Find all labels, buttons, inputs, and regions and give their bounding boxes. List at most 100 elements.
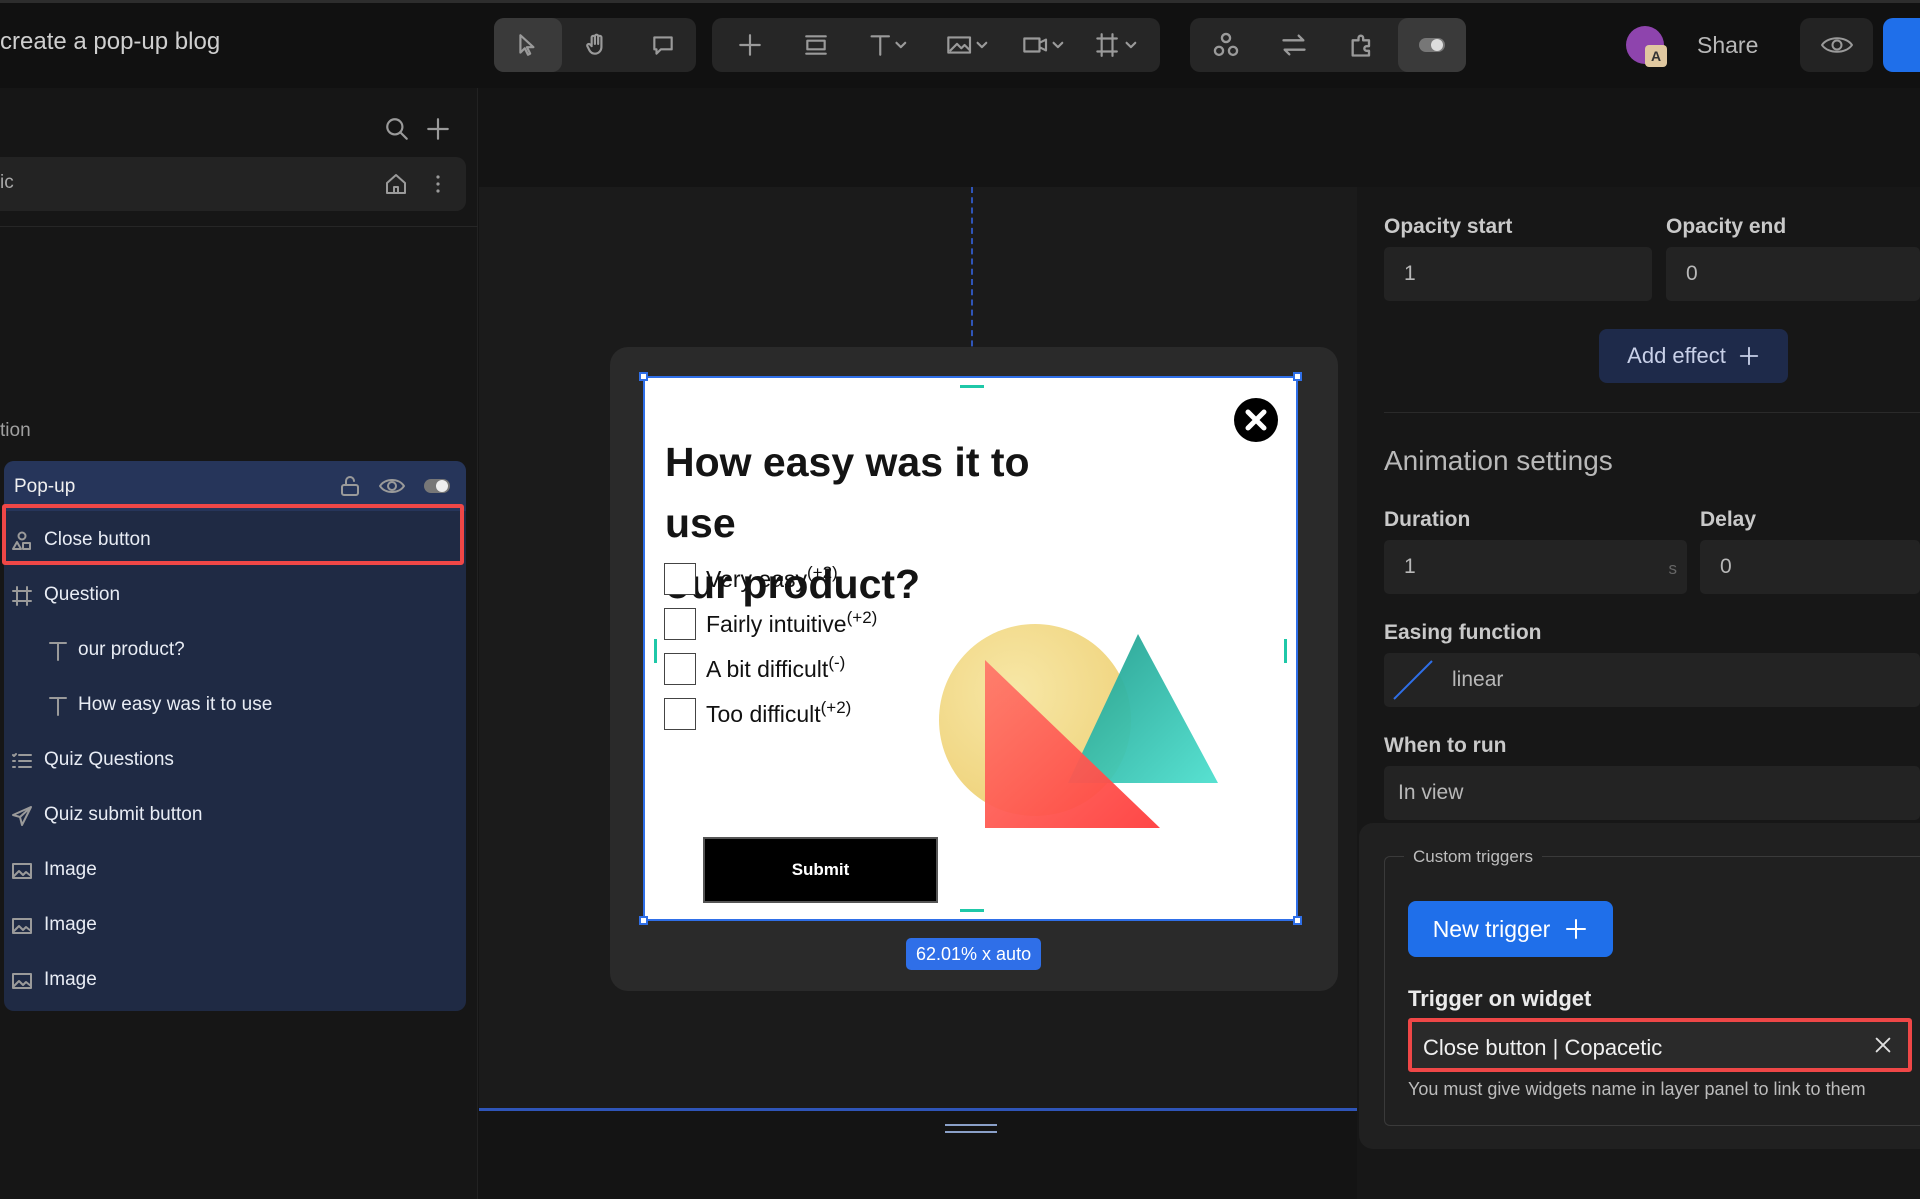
padding-handle-top[interactable] bbox=[960, 385, 984, 388]
document-title[interactable]: create a pop-up blog bbox=[0, 28, 220, 56]
components-icon bbox=[1213, 32, 1239, 57]
layer-row[interactable]: our product? bbox=[4, 623, 466, 678]
duration-input[interactable]: 1 s bbox=[1384, 540, 1687, 594]
option-text: Very easy bbox=[706, 565, 807, 592]
option-text: Too difficult bbox=[706, 700, 821, 727]
add-page-icon[interactable] bbox=[425, 116, 451, 142]
preview-button[interactable] bbox=[1800, 18, 1873, 72]
easing-select[interactable]: linear bbox=[1384, 653, 1920, 707]
submit-button[interactable]: Submit bbox=[703, 837, 938, 903]
animation-settings-title: Animation settings bbox=[1384, 445, 1613, 476]
search-icon[interactable] bbox=[384, 116, 410, 142]
image-tool-button[interactable] bbox=[934, 18, 1006, 72]
new-trigger-button[interactable]: New trigger bbox=[1408, 901, 1613, 957]
option-score: (+2) bbox=[807, 563, 838, 582]
image-icon bbox=[12, 863, 32, 879]
share-button[interactable]: Share bbox=[1697, 32, 1758, 59]
layer-row[interactable]: Image bbox=[4, 843, 466, 898]
popup-widget[interactable]: How easy was it to use our product? Very… bbox=[639, 372, 1302, 925]
tool-group-insert bbox=[712, 18, 1160, 72]
toggle-icon bbox=[1419, 38, 1445, 52]
option-checkbox[interactable] bbox=[664, 653, 696, 685]
option-score: (+2) bbox=[846, 608, 878, 627]
resize-handle-tl[interactable] bbox=[639, 372, 648, 381]
plugin-button[interactable] bbox=[1330, 18, 1394, 72]
layer-label: Quiz submit button bbox=[44, 804, 203, 825]
trigger-widget-value: Close button | Copacetic bbox=[1423, 1035, 1663, 1060]
visibility-icon[interactable] bbox=[378, 474, 406, 498]
layer-label: Image bbox=[44, 969, 97, 990]
padding-handle-left[interactable] bbox=[654, 639, 657, 663]
padding-handle-bottom[interactable] bbox=[960, 909, 984, 912]
popup-close-button[interactable] bbox=[1234, 398, 1278, 442]
layer-row[interactable]: Image bbox=[4, 953, 466, 1008]
avatar-badge: A bbox=[1645, 45, 1667, 67]
comment-icon bbox=[653, 36, 673, 55]
option-checkbox[interactable] bbox=[664, 698, 696, 730]
close-icon bbox=[1245, 409, 1267, 431]
section-icon bbox=[805, 35, 827, 55]
top-divider bbox=[0, 0, 1920, 3]
layer-row[interactable]: Quiz Questions bbox=[4, 733, 466, 788]
when-to-run-label: When to run bbox=[1384, 734, 1507, 757]
text-icon bbox=[49, 697, 67, 716]
resize-handle-line[interactable] bbox=[945, 1131, 997, 1133]
eye-icon bbox=[1821, 37, 1853, 53]
layer-row[interactable]: Quiz submit button bbox=[4, 788, 466, 843]
resize-handle-tr[interactable] bbox=[1293, 372, 1302, 381]
layer-label: How easy was it to use bbox=[78, 694, 273, 715]
section-bottom-border bbox=[479, 1108, 1357, 1111]
resize-handle-bl[interactable] bbox=[639, 916, 648, 925]
layer-tree: Pop-up Close button Question our product? H… bbox=[2, 461, 466, 1011]
trigger-on-widget-label: Trigger on widget bbox=[1408, 986, 1592, 1011]
padding-handle-right[interactable] bbox=[1284, 639, 1287, 663]
option-checkbox[interactable] bbox=[664, 608, 696, 640]
decorative-shapes-image bbox=[939, 624, 1218, 828]
home-icon[interactable] bbox=[384, 172, 408, 196]
page-name: ic bbox=[0, 172, 14, 193]
select-tool-button[interactable] bbox=[494, 18, 562, 72]
option-checkbox[interactable] bbox=[664, 563, 696, 595]
hand-tool-button[interactable] bbox=[562, 18, 630, 72]
opacity-start-value: 1 bbox=[1404, 262, 1416, 285]
toggle-icon[interactable] bbox=[422, 476, 452, 496]
add-element-button[interactable] bbox=[722, 18, 778, 72]
layer-row[interactable]: How easy was it to use bbox=[4, 678, 466, 733]
section-tool-button[interactable] bbox=[786, 18, 846, 72]
layer-row[interactable]: Question bbox=[4, 568, 466, 623]
plus-icon bbox=[1566, 919, 1587, 939]
quiz-option[interactable]: Too difficult (+2) bbox=[664, 698, 851, 730]
preview-toggle-button[interactable] bbox=[1398, 18, 1466, 72]
delay-input[interactable]: 0 bbox=[1700, 540, 1920, 594]
opacity-start-input[interactable]: 1 bbox=[1384, 247, 1652, 301]
quiz-option[interactable]: Very easy (+2) bbox=[664, 563, 838, 595]
trigger-help-text: You must give widgets name in layer pane… bbox=[1408, 1079, 1866, 1099]
image-icon bbox=[12, 973, 32, 989]
size-badge: 62.01% x auto bbox=[906, 938, 1042, 970]
publish-button[interactable] bbox=[1883, 18, 1920, 72]
video-tool-button[interactable] bbox=[1014, 18, 1078, 72]
layer-label: Image bbox=[44, 914, 97, 935]
unlock-icon[interactable] bbox=[338, 474, 362, 498]
components-button[interactable] bbox=[1194, 18, 1258, 72]
list-icon bbox=[12, 753, 32, 768]
resize-handle-br[interactable] bbox=[1293, 916, 1302, 925]
page-row[interactable]: ic bbox=[0, 157, 466, 211]
clear-icon[interactable] bbox=[1872, 1034, 1894, 1056]
comment-tool-button[interactable] bbox=[630, 18, 696, 72]
when-to-run-select[interactable]: In view bbox=[1384, 766, 1920, 820]
add-effect-button[interactable]: Add effect bbox=[1599, 329, 1788, 383]
resize-handle-line[interactable] bbox=[945, 1124, 997, 1126]
text-tool-button[interactable] bbox=[854, 18, 926, 72]
frame-icon bbox=[1096, 33, 1137, 57]
frame-tool-button[interactable] bbox=[1086, 18, 1152, 72]
option-score: (+2) bbox=[820, 698, 852, 717]
layer-row[interactable]: Image bbox=[4, 898, 466, 953]
panel-divider bbox=[1384, 412, 1920, 413]
trigger-widget-select[interactable]: Close button | Copacetic bbox=[1408, 1018, 1912, 1072]
swap-button[interactable] bbox=[1262, 18, 1326, 72]
quiz-option[interactable]: A bit difficult (-) bbox=[664, 653, 845, 685]
opacity-end-input[interactable]: 0 bbox=[1666, 247, 1920, 301]
more-icon[interactable] bbox=[426, 172, 450, 196]
quiz-option[interactable]: Fairly intuitive (+2) bbox=[664, 608, 877, 640]
